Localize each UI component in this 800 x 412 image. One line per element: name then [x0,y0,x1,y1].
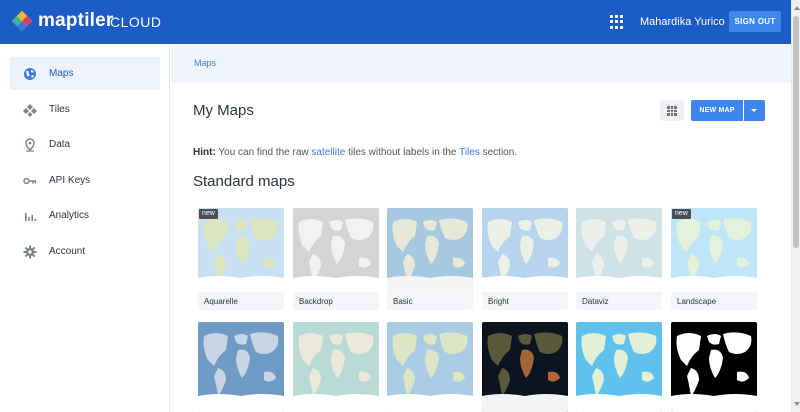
sidebar-item-label: Data [49,139,71,150]
map-card[interactable] [293,322,379,412]
hint-text: Hint: You can find the raw satellite til… [193,146,517,159]
map-thumbnail [671,322,757,412]
map-card-label: Aquarelle [204,297,238,306]
gear-icon [23,245,37,259]
map-card[interactable] [482,322,568,412]
tiles-icon [23,104,37,117]
brand-name[interactable]: maptiler [38,10,114,32]
hint-text-part: tiles without labels in the [345,147,460,158]
sidebar-item-label: API Keys [49,175,91,186]
map-thumbnail [387,208,473,292]
new-badge: new [672,209,691,219]
sidebar-item-tiles[interactable]: Tiles [10,93,160,126]
grid-view-icon [667,106,677,116]
map-card-label: Dataviz [582,297,609,306]
bar-chart-icon [25,213,37,221]
sidebar-item-maps[interactable]: Maps [10,57,160,90]
sidebar-item-label: Tiles [49,104,70,115]
new-map-dropdown-toggle[interactable] [744,100,765,121]
map-thumbnail [198,208,284,292]
new-map-button[interactable]: NEW MAP [691,100,743,121]
breadcrumb: Maps [171,44,791,83]
sidebar: Maps Tiles Data API Keys Analytics Accou… [0,44,170,412]
brand-suffix: CLOUD [110,14,162,30]
page-title: My Maps [193,102,254,119]
key-icon [23,177,37,185]
hint-text-part: section. [479,147,518,158]
new-badge: new [199,209,218,219]
map-thumbnail [576,208,662,292]
sidebar-item-analytics[interactable]: Analytics [10,199,160,232]
map-thumbnail [671,208,757,292]
section-title-standard-maps: Standard maps [193,173,295,190]
map-card[interactable] [198,322,284,412]
map-card-label: Bright [488,297,509,306]
map-card[interactable] [387,322,473,412]
map-card[interactable] [671,322,757,412]
breadcrumb-link-maps[interactable]: Maps [194,58,216,68]
sidebar-item-api-keys[interactable]: API Keys [10,164,160,197]
sidebar-item-label: Analytics [49,210,90,221]
map-card-backdrop[interactable]: Backdrop [293,208,379,310]
map-card-basic[interactable]: Basic [387,208,473,310]
sidebar-item-label: Maps [49,68,74,79]
sidebar-item-account[interactable]: Account [10,235,160,268]
map-card-landscape[interactable]: new Landscape [671,208,757,310]
map-thumbnail [293,208,379,292]
maptiler-logo[interactable] [11,10,33,32]
map-card[interactable] [576,322,662,412]
scroll-up-arrow-icon[interactable] [793,3,800,13]
globe-icon [24,68,36,80]
map-thumbnail [482,322,568,412]
location-pin-icon [25,138,35,152]
map-card-label: Basic [393,297,413,306]
hint-text-part: You can find the raw [215,147,312,158]
tiles-link[interactable]: Tiles [459,147,480,158]
map-card-label: Backdrop [299,297,333,306]
map-thumbnail [576,322,662,412]
grid-view-toggle[interactable] [660,100,684,121]
hint-prefix: Hint: [193,147,216,158]
map-card-dataviz[interactable]: Dataviz [576,208,662,310]
map-card-label: Landscape [677,297,717,306]
satellite-link[interactable]: satellite [311,147,345,158]
map-thumbnail [482,208,568,292]
page-scrollbar[interactable] [791,0,800,412]
map-card-aquarelle[interactable]: new Aquarelle [198,208,284,310]
sign-out-button[interactable]: SIGN OUT [729,11,781,32]
map-card-bright[interactable]: Bright [482,208,568,310]
apps-grid-icon[interactable] [610,15,624,29]
scrollbar-thumb[interactable] [793,16,799,248]
sidebar-item-label: Account [49,246,86,257]
user-name[interactable]: Mahardika Yurico [640,15,725,29]
scroll-down-arrow-icon[interactable] [793,399,800,409]
map-thumbnail [387,322,473,412]
top-bar: maptiler CLOUD Mahardika Yurico SIGN OUT [0,0,791,44]
map-thumbnail [293,322,379,412]
sidebar-item-data[interactable]: Data [10,128,160,161]
map-thumbnail [198,322,284,412]
